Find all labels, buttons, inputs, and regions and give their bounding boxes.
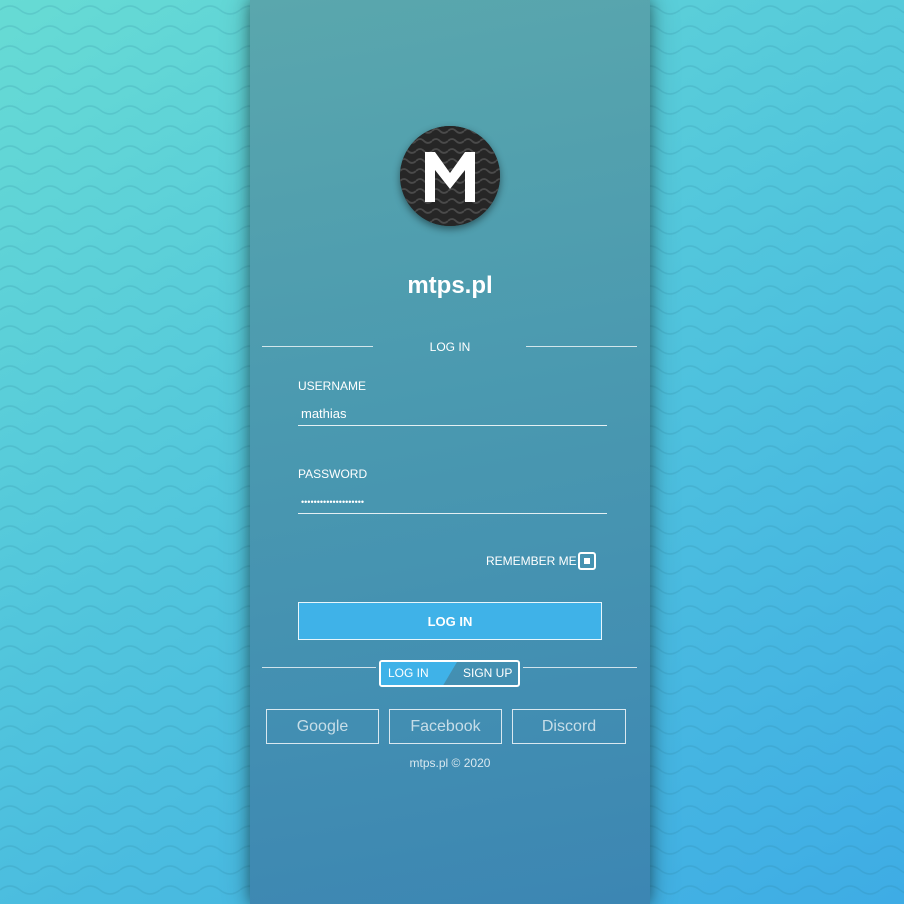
toggle-divider-left xyxy=(262,667,376,668)
username-input[interactable] xyxy=(298,402,607,426)
login-panel: mtps.pl LOG IN USERNAME PASSWORD REMEMBE… xyxy=(250,0,650,904)
site-title: mtps.pl xyxy=(407,272,493,299)
remember-me-label: REMEMBER ME xyxy=(486,554,577,568)
remember-me-checkbox[interactable] xyxy=(578,552,596,570)
login-button[interactable]: LOG IN xyxy=(298,602,602,640)
toggle-signup-option[interactable]: SIGN UP xyxy=(463,666,512,680)
divider-line-right xyxy=(526,346,637,347)
password-label: PASSWORD xyxy=(298,467,368,481)
footer-copyright: mtps.pl © 2020 xyxy=(409,756,491,770)
checkbox-check-icon xyxy=(584,558,590,564)
login-heading: LOG IN xyxy=(429,340,471,354)
toggle-divider-right xyxy=(523,667,637,668)
google-login-button[interactable]: Google xyxy=(266,709,379,744)
username-label: USERNAME xyxy=(298,379,367,393)
toggle-login-option[interactable]: LOG IN xyxy=(388,666,429,680)
facebook-login-button[interactable]: Facebook xyxy=(389,709,502,744)
mode-toggle: LOG IN SIGN UP xyxy=(379,660,520,687)
discord-login-button[interactable]: Discord xyxy=(512,709,626,744)
site-logo xyxy=(400,126,500,226)
password-input[interactable] xyxy=(298,490,607,514)
